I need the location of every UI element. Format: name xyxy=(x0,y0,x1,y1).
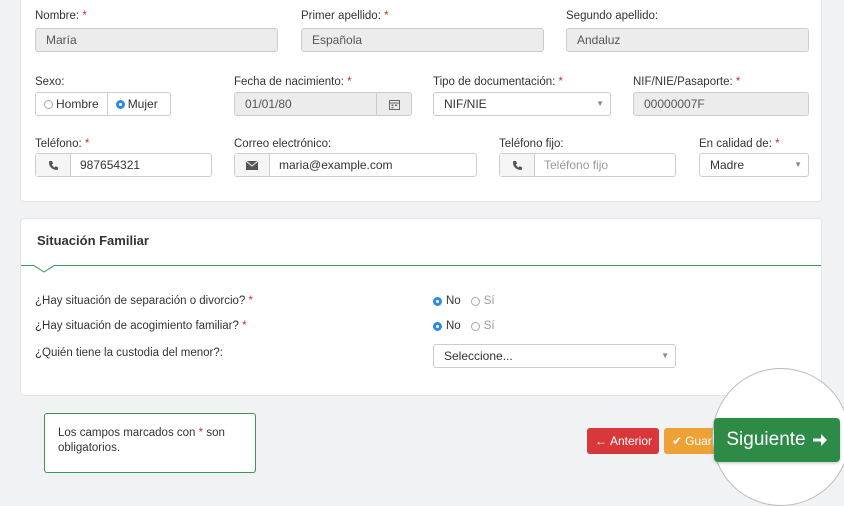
segundo-apellido-field[interactable]: Andaluz xyxy=(566,28,809,52)
telefono-field[interactable]: 987654321 xyxy=(35,153,212,177)
correo-field[interactable]: maria@example.com xyxy=(234,153,477,177)
sexo-option-mujer[interactable]: Mujer xyxy=(106,93,166,115)
radio-mujer[interactable] xyxy=(115,99,125,109)
calendar-icon[interactable] xyxy=(376,93,411,115)
phone-icon xyxy=(36,154,71,176)
check-circle-icon: ✔ xyxy=(672,434,683,448)
nombre-label: Nombre: * xyxy=(35,10,87,22)
section-divider xyxy=(21,265,821,266)
answer-acogimiento: No Sí xyxy=(433,320,495,332)
primer-apellido-label: Primer apellido: * xyxy=(301,10,389,22)
arrow-left-icon: ← xyxy=(595,434,607,448)
chevron-down-icon: ▼ xyxy=(596,99,604,108)
segundo-apellido-label: Segundo apellido: xyxy=(566,10,659,22)
question-acogimiento: ¿Hay situación de acogimiento familiar? … xyxy=(35,320,247,332)
telefono-label: Teléfono: * xyxy=(35,138,90,150)
sexo-radio-group: Hombre Mujer xyxy=(35,92,171,116)
tipo-documentacion-select[interactable]: NIF/NIE ▼ xyxy=(433,92,611,116)
anterior-button[interactable]: ← Anterior xyxy=(587,428,659,454)
nif-label: NIF/NIE/Pasaporte: * xyxy=(633,76,741,88)
sexo-label: Sexo: xyxy=(35,76,65,88)
telefono-fijo-field[interactable]: Teléfono fijo xyxy=(499,153,676,177)
primer-apellido-field[interactable]: Española xyxy=(301,28,544,52)
chevron-down-icon: ▼ xyxy=(794,160,802,169)
siguiente-button[interactable]: Siguiente xyxy=(714,418,840,462)
divider-notch xyxy=(33,265,55,273)
calidad-select[interactable]: Madre ▼ xyxy=(699,153,809,177)
answer-separacion: No Sí xyxy=(433,295,495,307)
fecha-nacimiento-label: Fecha de nacimiento: * xyxy=(234,76,352,88)
radio-separacion-no[interactable] xyxy=(433,296,442,306)
nombre-field[interactable]: María xyxy=(35,28,278,52)
radio-hombre[interactable] xyxy=(44,99,53,109)
required-fields-note: Los campos marcados con * son obligatori… xyxy=(44,413,256,473)
section-title: Situación Familiar xyxy=(37,233,149,248)
nif-field[interactable]: 00000007F xyxy=(633,92,809,116)
tipo-documentacion-label: Tipo de documentación: * xyxy=(433,76,564,88)
chevron-down-icon: ▼ xyxy=(661,351,669,360)
personal-data-panel: Nombre: * María Primer apellido: * Españ… xyxy=(20,0,822,202)
radio-separacion-si[interactable] xyxy=(470,296,480,306)
telefono-fijo-label: Teléfono fijo: xyxy=(499,138,564,150)
radio-acogimiento-si[interactable] xyxy=(470,321,480,331)
phone-icon xyxy=(500,154,535,176)
question-separacion: ¿Hay situación de separación o divorcio?… xyxy=(35,295,253,307)
custodia-select[interactable]: Seleccione... ▼ xyxy=(433,344,676,368)
question-custodia: ¿Quién tiene la custodia del menor?: xyxy=(35,347,223,359)
arrow-right-icon xyxy=(812,434,827,446)
correo-label: Correo electrónico: xyxy=(234,138,332,150)
situacion-familiar-panel: Situación Familiar ¿Hay situación de sep… xyxy=(20,218,822,396)
fecha-nacimiento-field[interactable]: 01/01/80 xyxy=(234,92,412,116)
envelope-icon xyxy=(235,154,270,176)
calidad-label: En calidad de: * xyxy=(699,138,780,150)
radio-acogimiento-no[interactable] xyxy=(433,321,442,331)
sexo-option-hombre[interactable]: Hombre xyxy=(36,93,107,115)
